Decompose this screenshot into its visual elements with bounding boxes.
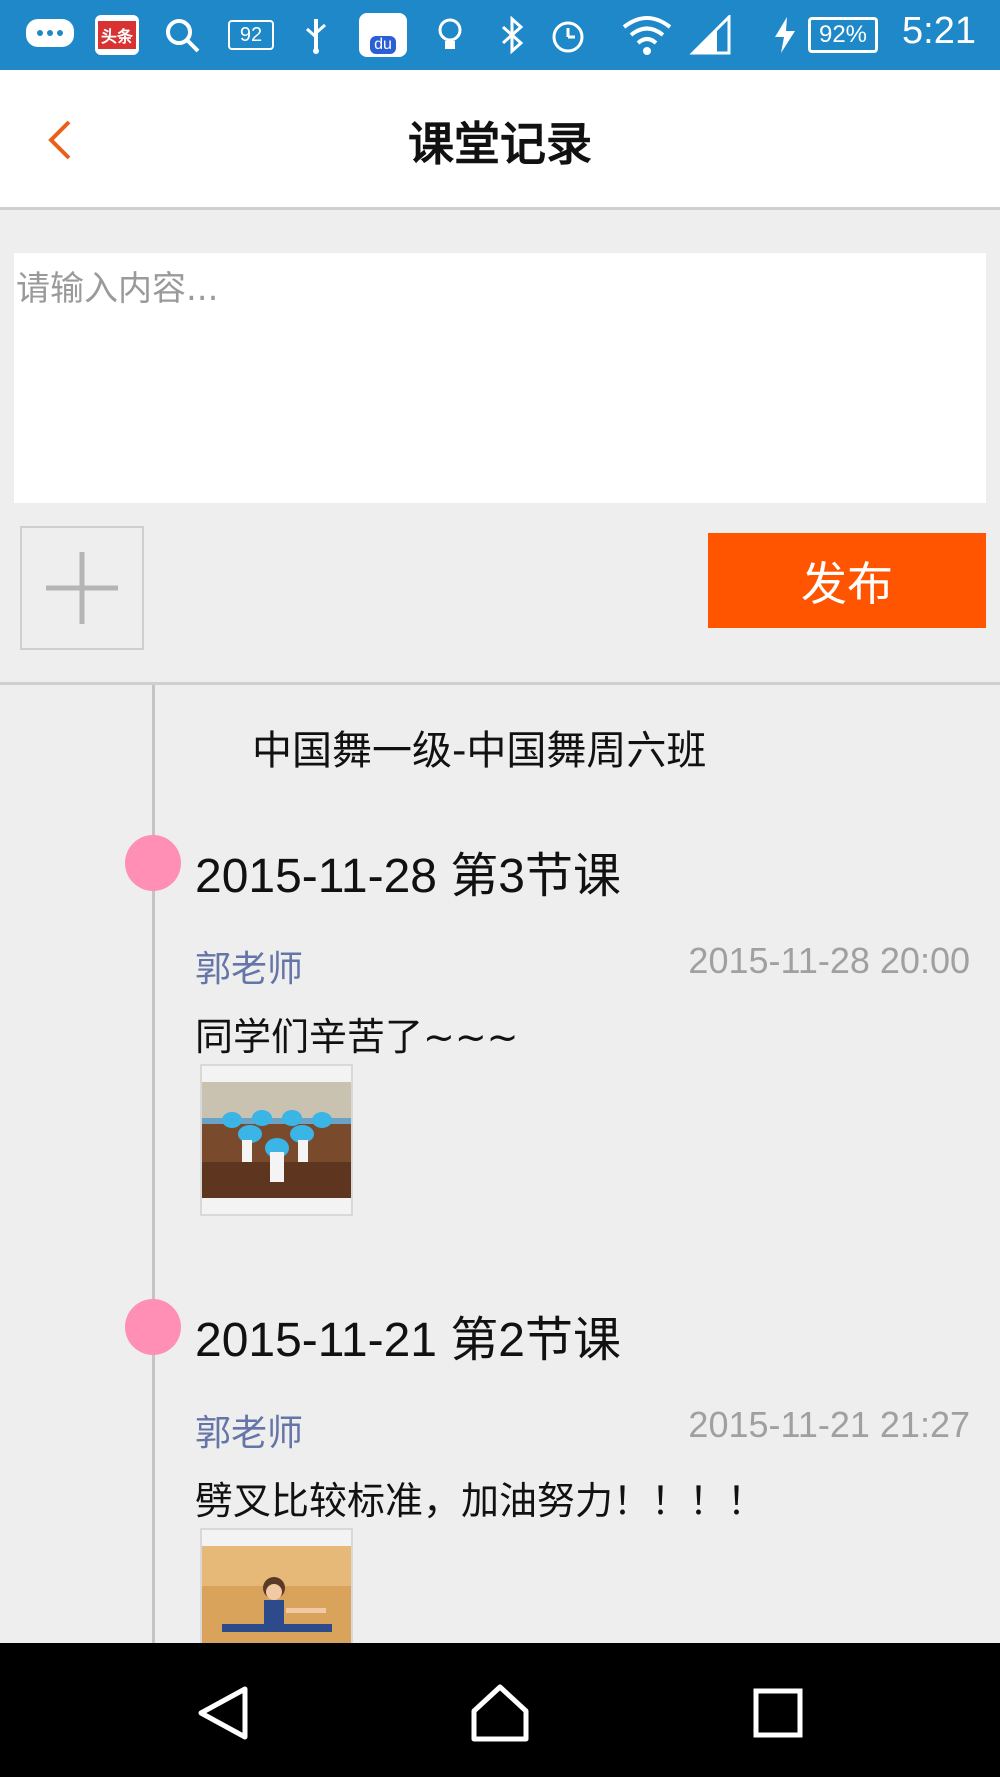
post-timestamp: 2015-11-28 20:00 xyxy=(688,940,970,981)
alarm-icon xyxy=(546,15,590,55)
teacher-name[interactable]: 郭老师 xyxy=(195,1404,303,1456)
cell-signal-icon xyxy=(688,15,734,55)
publish-button[interactable]: 发布 xyxy=(708,533,986,628)
news-app-icon: 头条 xyxy=(94,15,140,55)
page-title: 课堂记录 xyxy=(408,117,592,171)
recents-icon xyxy=(753,1688,803,1738)
battery-indicator: 92% xyxy=(808,17,878,53)
timeline-line xyxy=(152,685,155,1645)
home-icon xyxy=(471,1684,529,1742)
wifi-icon xyxy=(620,15,674,55)
post-photo-thumbnail[interactable] xyxy=(200,1064,353,1216)
content-input[interactable] xyxy=(14,253,986,503)
lightbulb-icon xyxy=(430,15,470,55)
lesson-title: 2015-11-21 第2节课 xyxy=(195,1314,622,1367)
sim-card-icon: 92 xyxy=(226,15,276,55)
class-name: 中国舞一级-中国舞周六班 xyxy=(252,728,707,774)
post-content: 同学们辛苦了~~~ xyxy=(195,1015,519,1059)
sim-card-label: 92 xyxy=(228,20,274,50)
nav-back-button[interactable] xyxy=(183,1673,263,1753)
usb-icon xyxy=(296,15,336,55)
bluetooth-icon xyxy=(494,15,530,55)
add-photo-button[interactable] xyxy=(20,526,144,650)
baidu-app-icon: du xyxy=(358,13,408,57)
search-icon xyxy=(160,15,204,55)
timeline-dot xyxy=(125,1299,181,1355)
baidu-app-label: du xyxy=(370,36,396,54)
clock: 5:21 xyxy=(902,10,976,52)
dance-class-photo xyxy=(202,1082,351,1198)
post-content: 劈叉比较标准，加油努力！！！！ xyxy=(195,1479,766,1523)
plus-icon xyxy=(46,552,118,624)
teacher-name[interactable]: 郭老师 xyxy=(195,940,303,992)
app-header: 课堂记录 xyxy=(0,70,1000,210)
status-bar: 头条 92 du 92% 5:21 xyxy=(0,0,1000,70)
timeline-dot xyxy=(125,835,181,891)
nav-recents-button[interactable] xyxy=(738,1673,818,1753)
post-photo-thumbnail[interactable] xyxy=(200,1528,353,1643)
nav-home-button[interactable] xyxy=(460,1673,540,1753)
system-nav-bar xyxy=(0,1643,1000,1777)
split-pose-photo xyxy=(202,1546,351,1643)
chat-bubble-icon xyxy=(24,15,76,55)
section-divider xyxy=(0,682,1000,685)
back-triangle-icon xyxy=(198,1686,248,1740)
lesson-title: 2015-11-28 第3节课 xyxy=(195,850,622,903)
charging-icon xyxy=(770,15,800,55)
news-app-label: 头条 xyxy=(97,21,136,49)
post-timestamp: 2015-11-21 21:27 xyxy=(688,1404,970,1445)
